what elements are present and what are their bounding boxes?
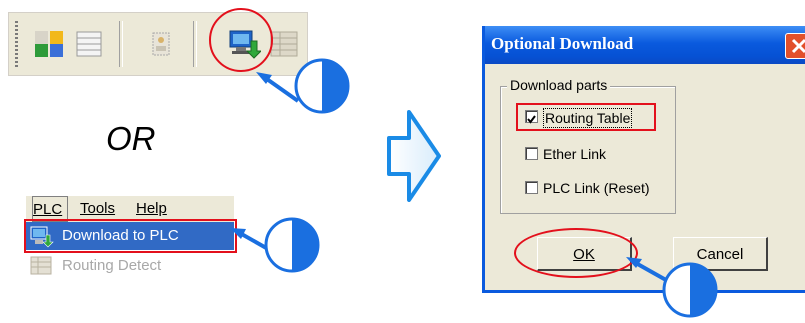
pointer-overlay [230, 58, 718, 318]
click-indicator-icon [230, 217, 320, 273]
click-indicator-icon [626, 257, 718, 318]
click-indicator-icon [256, 58, 350, 114]
